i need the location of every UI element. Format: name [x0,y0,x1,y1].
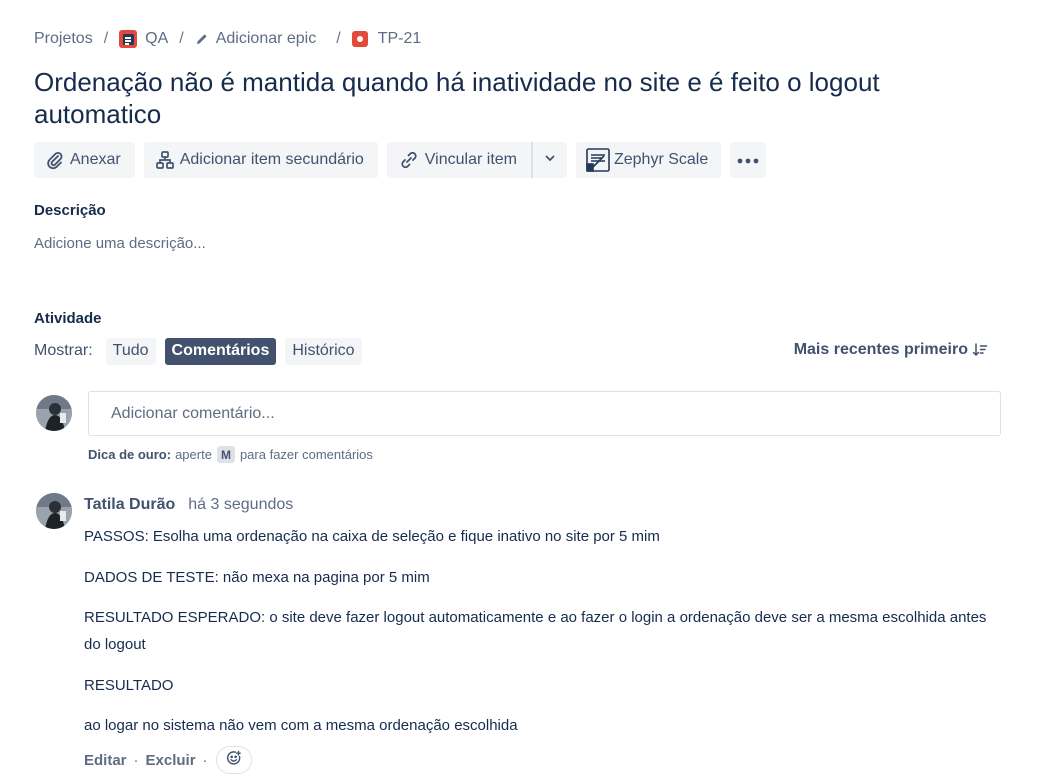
issue-toolbar: Anexar Adicionar item secundário Vincula… [34,142,775,178]
breadcrumb: Projetos / QA / Adicionar epic / TP-21 [34,28,421,50]
bug-icon [351,31,368,47]
pro-tip: Dica de ouro: aperte M para fazer coment… [88,446,373,463]
breadcrumb-project-label: QA [145,30,169,47]
emoji-smile-icon [226,750,242,770]
comment-paragraph: RESULTADO [84,677,174,694]
link-item-dropdown[interactable] [530,142,567,178]
breadcrumb-separator: / [336,30,341,47]
add-comment-input[interactable]: Adicionar comentário... [88,391,1001,436]
sort-toggle[interactable]: Mais recentes primeiro [794,341,988,359]
description-heading: Descrição [34,202,106,219]
tip-post: para fazer comentários [239,447,373,462]
delete-comment-button[interactable]: Excluir [146,752,196,769]
comment-header: Tatila Durão há 3 segundos [84,496,293,514]
separator-dot: · [202,751,208,769]
project-icon [119,30,138,48]
more-actions-button[interactable] [730,142,767,178]
separator-dot: · [133,751,139,769]
activity-filters: Mostrar: Tudo Comentários Histórico [34,337,371,365]
more-icon [737,151,759,169]
zephyr-scale-button[interactable]: Zephyr Scale [575,142,722,178]
tip-key: M [216,446,235,463]
link-icon [398,150,420,170]
comment-paragraph: ao logar no sistema não vem com a mesma … [84,717,518,734]
edit-comment-button[interactable]: Editar [84,752,127,769]
attach-label: Anexar [70,151,121,168]
filter-history[interactable]: Histórico [285,337,362,365]
pencil-icon [195,32,209,46]
comment-paragraph: PASSOS: Esolha uma ordenação na caixa de… [84,528,660,545]
comment-paragraph: DADOS DE TESTE: não mexa na pagina por 5… [84,569,430,586]
breadcrumb-add-epic[interactable]: Adicionar epic [195,30,317,48]
sort-label: Mais recentes primeiro [793,341,968,358]
description-field[interactable]: Adicione uma descrição... [34,235,206,252]
breadcrumb-separator: / [103,30,109,47]
chevron-down-icon [544,151,556,169]
paperclip-icon [45,150,65,170]
filter-all[interactable]: Tudo [105,337,156,365]
comment-author[interactable]: Tatila Durão [84,496,175,514]
add-reaction-button[interactable] [215,746,252,774]
hierarchy-icon [155,150,175,170]
breadcrumb-project[interactable]: QA [119,30,168,48]
show-label: Mostrar: [34,342,93,359]
activity-heading: Atividade [34,310,102,327]
breadcrumb-epic-label: Adicionar epic [215,30,317,47]
link-item-label: Vincular item [424,151,517,168]
add-child-label: Adicionar item secundário [179,151,364,168]
filter-comments[interactable]: Comentários [164,337,277,365]
issue-key: TP-21 [377,30,422,47]
zephyr-label: Zephyr Scale [613,151,709,168]
tip-bold: Dica de ouro: [88,447,172,462]
tip-pre: aperte [175,447,212,462]
breadcrumb-separator: / [179,30,184,47]
link-item-button[interactable]: Vincular item [386,142,531,178]
comment-paragraph: RESULTADO ESPERADO: o site deve fazer lo… [84,609,987,653]
comment-author-avatar [36,493,72,529]
issue-title[interactable]: Ordenação não é mantida quando há inativ… [34,66,994,130]
sort-descending-icon [972,342,988,358]
breadcrumb-projects[interactable]: Projetos [34,30,93,48]
zephyr-icon [585,147,611,173]
attach-button[interactable]: Anexar [34,142,135,178]
breadcrumb-issue[interactable]: TP-21 [351,30,422,48]
comment-timestamp[interactable]: há 3 segundos [188,496,293,514]
current-user-avatar [36,395,72,431]
add-child-button[interactable]: Adicionar item secundário [143,142,378,178]
comment-actions: Editar · Excluir · [84,746,252,774]
